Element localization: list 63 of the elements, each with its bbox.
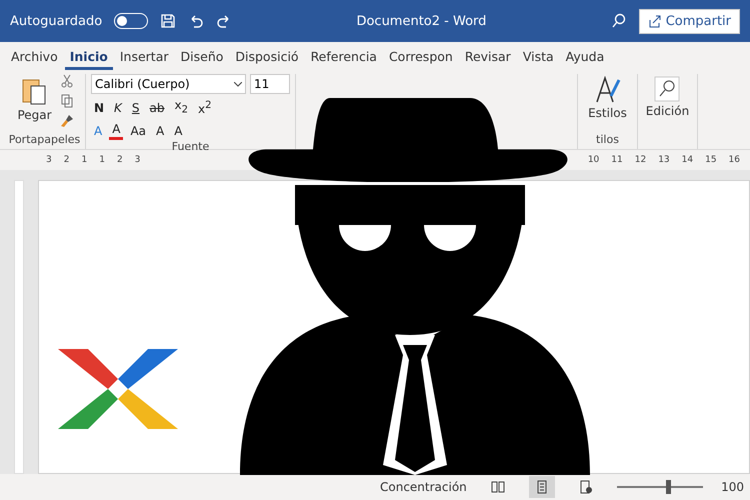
format-button[interactable]: Aa	[127, 122, 149, 139]
autosave-label: Autoguardado	[10, 14, 102, 28]
format-button[interactable]: A	[171, 122, 186, 139]
chevron-down-icon	[234, 82, 242, 86]
ribbon-tab[interactable]: Archivo	[6, 46, 63, 70]
ruler-number: 15	[704, 155, 718, 165]
format-button[interactable]: ab	[146, 100, 168, 116]
ruler-number: 1	[98, 155, 106, 165]
scissors-icon	[60, 74, 74, 88]
ruler-number: 2	[62, 155, 70, 165]
ruler-number: 16	[728, 155, 741, 165]
autosave-toggle[interactable]	[114, 13, 148, 29]
group-label: Fuente	[172, 140, 210, 156]
ribbon-tab[interactable]: Correspon	[384, 46, 458, 70]
zoom-percentage: 100	[721, 480, 744, 494]
ribbon-tab[interactable]: Insertar	[114, 46, 174, 70]
ruler-number: 13	[657, 155, 671, 165]
ruler-number: 3	[134, 155, 142, 165]
ruler-number: 2	[116, 155, 124, 165]
format-button[interactable]: N	[91, 100, 108, 116]
web-page-icon	[578, 480, 593, 494]
ribbon-tab[interactable]: Vista	[518, 46, 559, 70]
save-icon	[160, 13, 176, 29]
ribbon-tab[interactable]: Disposició	[230, 46, 304, 70]
format-button[interactable]: S	[128, 100, 143, 116]
letter-brush-icon	[594, 76, 620, 104]
x-logo-icon	[58, 348, 178, 430]
ribbon-tab[interactable]: Ayuda	[560, 46, 610, 70]
editing-button[interactable]: Edición	[644, 74, 692, 120]
book-icon	[490, 480, 505, 494]
group-label: Portapapeles	[8, 133, 80, 148]
format-button[interactable]: K	[111, 100, 125, 116]
share-icon	[648, 14, 661, 28]
format-button[interactable]: A	[153, 122, 168, 139]
page-icon	[534, 480, 549, 494]
ribbon-tab[interactable]: Revisar	[460, 46, 516, 70]
brush-icon	[60, 114, 74, 128]
format-button[interactable]: x$^{2}$	[195, 98, 214, 118]
format-button[interactable]: A	[91, 122, 106, 139]
ruler-number: 3	[45, 155, 53, 165]
font-family-field[interactable]: Calibri (Cuerpo)	[91, 74, 246, 94]
ruler-number: 12	[634, 155, 648, 165]
ruler-number: 11	[610, 155, 624, 165]
view-button[interactable]	[528, 476, 555, 498]
window-title: Documento2 - Word	[355, 14, 488, 28]
ruler-number: 14	[680, 155, 694, 165]
ruler-number: 1	[80, 155, 88, 165]
group-label: tilos	[596, 133, 619, 148]
search-icon	[610, 13, 627, 29]
font-size-field[interactable]: 11	[250, 74, 290, 94]
format-button[interactable]: A	[109, 121, 124, 140]
ruler-number: 10	[586, 155, 600, 165]
format-button[interactable]: x$_{2}$	[172, 97, 192, 118]
search-icon	[654, 76, 680, 102]
ribbon-tab[interactable]: Inicio	[64, 46, 113, 70]
zoom-thumb[interactable]	[666, 480, 671, 494]
copy-icon	[60, 94, 74, 108]
share-button[interactable]: Compartir	[638, 8, 740, 34]
ribbon-tab[interactable]: Referencia	[306, 46, 382, 70]
focus-mode-button[interactable]: Concentración	[380, 480, 467, 494]
paste-button[interactable]: Pegar	[15, 74, 54, 124]
styles-button[interactable]: Estilos	[586, 74, 629, 122]
ribbon-tab[interactable]: Diseño	[176, 46, 228, 70]
